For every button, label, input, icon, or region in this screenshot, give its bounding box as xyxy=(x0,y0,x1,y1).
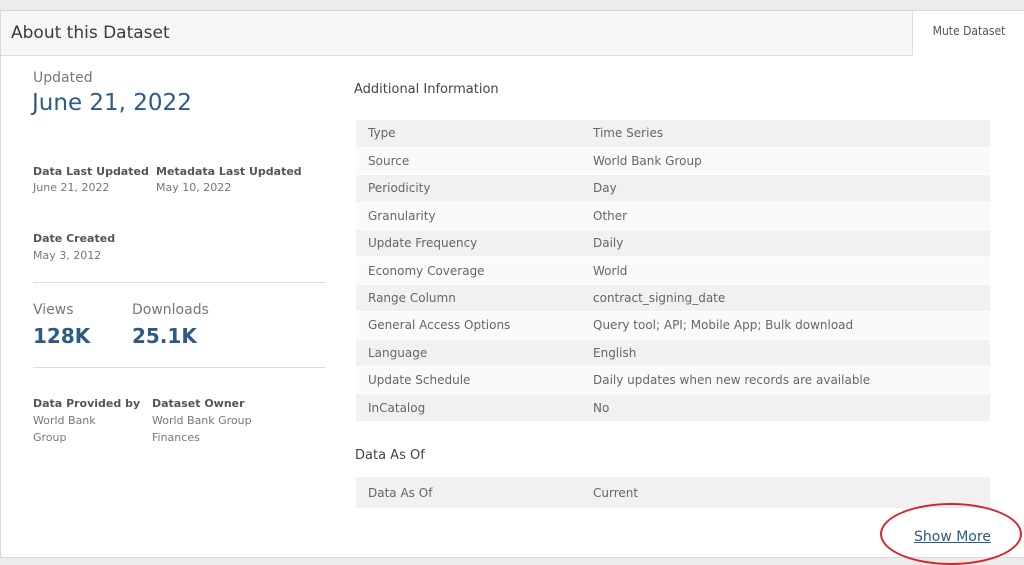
table-row: Granularity Other xyxy=(356,202,990,231)
table-row: Periodicity Day xyxy=(356,174,990,203)
row-key: InCatalog xyxy=(356,393,581,422)
updated-label: Updated xyxy=(33,70,93,86)
additional-info-title: Additional Information xyxy=(354,82,499,97)
row-key: Update Schedule xyxy=(356,366,581,395)
views-label: Views xyxy=(33,302,74,318)
row-value: Daily updates when new records are avail… xyxy=(581,366,990,395)
row-value: Current xyxy=(581,477,990,508)
data-as-of-title: Data As Of xyxy=(355,448,425,463)
dataset-owner-value: World Bank Group Finances xyxy=(152,414,252,444)
panel-header: About this Dataset Mute Dataset xyxy=(1,11,1024,56)
divider xyxy=(33,367,325,368)
row-value: Daily xyxy=(581,229,990,258)
row-key: Update Frequency xyxy=(356,229,581,258)
data-provided-by-label: Data Provided by xyxy=(33,397,141,410)
table-row: Data As Of Current xyxy=(356,477,990,508)
row-key: Type xyxy=(356,120,581,148)
mute-dataset-button[interactable]: Mute Dataset xyxy=(912,11,1024,56)
table-row: Update Schedule Daily updates when new re… xyxy=(356,366,990,395)
table-row: General Access Options Query tool; API; M… xyxy=(356,311,990,340)
row-value: World Bank Group xyxy=(581,147,990,176)
data-last-updated-label: Data Last Updated xyxy=(33,165,149,178)
table-row: Type Time Series xyxy=(356,120,990,148)
downloads-label: Downloads xyxy=(132,302,209,318)
row-key: Source xyxy=(356,147,581,176)
table-row: Range Column contract_signing_date xyxy=(356,284,990,313)
views-value: 128K xyxy=(33,324,91,348)
data-provided-by-value: World Bank Group xyxy=(33,414,96,444)
row-value: World xyxy=(581,256,990,285)
row-key: Range Column xyxy=(356,284,581,313)
row-key: Periodicity xyxy=(356,174,581,203)
row-key: General Access Options xyxy=(356,311,581,340)
table-row: Source World Bank Group xyxy=(356,147,990,176)
row-value: No xyxy=(581,393,990,422)
row-value: English xyxy=(581,339,990,368)
row-value: Time Series xyxy=(581,120,990,148)
metadata-last-updated-value: May 10, 2022 xyxy=(156,181,232,194)
data-last-updated-value: June 21, 2022 xyxy=(33,181,110,194)
table-row: Economy Coverage World xyxy=(356,256,990,285)
row-key: Language xyxy=(356,339,581,368)
row-key: Economy Coverage xyxy=(356,256,581,285)
divider xyxy=(33,282,325,283)
panel-title: About this Dataset xyxy=(11,23,170,43)
highlight-circle xyxy=(880,503,1022,565)
row-key: Data As Of xyxy=(356,477,581,508)
data-as-of-table: Data As Of Current xyxy=(356,477,990,508)
date-created-value: May 3, 2012 xyxy=(33,249,102,262)
additional-info-table: Type Time Series Source World Bank Group P… xyxy=(356,120,990,422)
dataset-owner-label: Dataset Owner xyxy=(152,397,245,410)
row-key: Granularity xyxy=(356,202,581,231)
table-row: Language English xyxy=(356,339,990,368)
row-value: Other xyxy=(581,202,990,231)
row-value: Query tool; API; Mobile App; Bulk downlo… xyxy=(581,311,990,340)
date-created-label: Date Created xyxy=(33,232,116,245)
row-value: contract_signing_date xyxy=(581,284,990,313)
row-value: Day xyxy=(581,174,990,203)
metadata-last-updated-label: Metadata Last Updated xyxy=(156,165,302,178)
table-row: InCatalog No xyxy=(356,393,990,422)
table-row: Update Frequency Daily xyxy=(356,229,990,258)
updated-date: June 21, 2022 xyxy=(32,90,192,116)
downloads-value: 25.1K xyxy=(132,324,197,348)
